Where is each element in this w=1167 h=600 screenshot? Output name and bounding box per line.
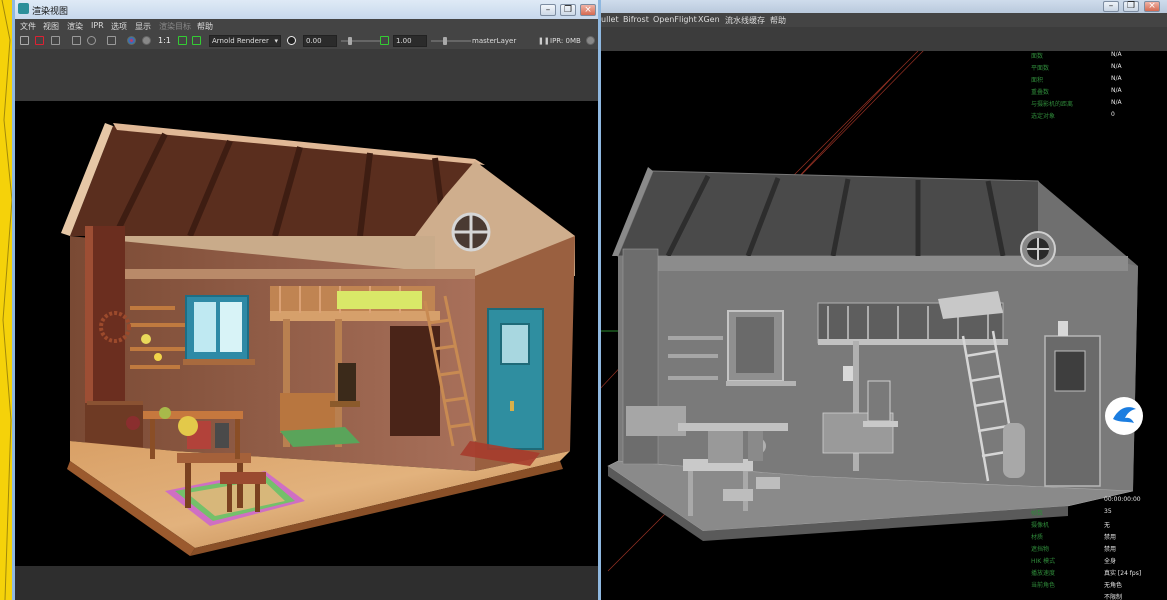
hud-label: 遮挡物	[1031, 546, 1050, 553]
restore-icon[interactable]: ❐	[560, 4, 576, 16]
render-region-icon[interactable]	[35, 36, 44, 45]
hud-label: HIK 模式	[1031, 558, 1056, 565]
hud-value: 不限制	[1104, 594, 1123, 600]
render-view-status-area	[15, 566, 598, 600]
hud-value: 0	[1111, 111, 1115, 118]
hud-value: N/A	[1111, 75, 1122, 82]
hud-label: 面积	[1031, 77, 1044, 84]
render-view-gray-area	[15, 49, 598, 101]
chevron-down-icon: ▾	[274, 37, 278, 45]
close-icon[interactable]: ×	[580, 4, 596, 16]
hud-value: N/A	[1111, 51, 1122, 58]
minimize-icon[interactable]: –	[1103, 1, 1119, 12]
gamma-slider[interactable]	[431, 40, 471, 42]
pause-ipr-icon[interactable]: ❚❚	[538, 37, 550, 45]
render-view-window: 渲染视图 – ❐ × 文件 视图 渲染 IPR 选项 显示 渲染目标 帮助 1:…	[12, 0, 601, 600]
viewport-panel-bar	[598, 27, 1167, 51]
viewport-scene[interactable]	[598, 51, 1167, 600]
menu-item-openflight[interactable]: OpenFlight	[653, 15, 697, 24]
hud-value: 真实 [24 fps]	[1104, 570, 1142, 577]
hud-label: 平面数	[1031, 65, 1050, 72]
render-view-menu-bar: 文件 视图 渲染 IPR 选项 显示 渲染目标 帮助	[15, 19, 598, 33]
exposure-field[interactable]: 0.00	[303, 35, 337, 47]
hud-label: 帧数	[1031, 510, 1044, 517]
maya-title-bar: – ❐ ×	[598, 0, 1167, 13]
hud-timecode: 00:00:00:00	[1104, 496, 1141, 503]
display-icon[interactable]	[178, 36, 187, 45]
menu-item-pipeline-cache[interactable]: 流水线缓存	[725, 15, 765, 26]
gamma-icon[interactable]	[380, 36, 389, 45]
exposure-slider[interactable]	[341, 40, 381, 42]
color-manage-icon[interactable]	[192, 36, 201, 45]
menu-item-file[interactable]: 文件	[20, 21, 36, 32]
redo-render-icon[interactable]	[20, 36, 29, 45]
hud-label: 与摄影机的距离	[1031, 101, 1074, 108]
hud-label: 重叠数	[1031, 89, 1050, 96]
renderer-dropdown[interactable]: Arnold Renderer ▾	[209, 35, 281, 47]
menu-item-xgen[interactable]: XGen	[698, 15, 720, 24]
hud-value: 无	[1104, 522, 1111, 529]
hud-label: 面数	[1031, 53, 1044, 60]
hud-value: N/A	[1111, 99, 1122, 106]
ratio-button[interactable]: 1:1	[158, 36, 171, 45]
hud-label: 摄像机	[1031, 522, 1050, 529]
gamma-field[interactable]: 1.00	[393, 35, 427, 47]
hud-label: 选定对象	[1031, 113, 1056, 120]
alpha-channel-icon[interactable]	[142, 36, 151, 45]
menu-item-help[interactable]: 帮助	[197, 21, 213, 32]
menu-item-display[interactable]: 显示	[135, 21, 151, 32]
window-title: 渲染视图	[32, 7, 69, 17]
render-view-title-bar: 渲染视图 – ❐ ×	[15, 0, 598, 19]
hud-value: 禁用	[1104, 534, 1117, 541]
exposure-slider-handle[interactable]	[348, 37, 352, 45]
menu-item-view[interactable]: 视图	[43, 21, 59, 32]
menu-item-options[interactable]: 选项	[111, 21, 127, 32]
hud-value: N/A	[1111, 87, 1122, 94]
menu-item-help[interactable]: 帮助	[770, 15, 786, 26]
menu-item[interactable]: ullet	[601, 15, 619, 24]
maya-app-icon	[18, 3, 29, 14]
rendered-image[interactable]	[15, 101, 598, 566]
maya-viewport-window: – ❐ × ullet Bifrost OpenFlight XGen 流水线缓…	[598, 0, 1167, 600]
gamma-slider-handle[interactable]	[443, 37, 447, 45]
hud-label: 播放速度	[1031, 570, 1056, 577]
rgb-channels-icon[interactable]	[127, 36, 136, 45]
minimize-icon[interactable]: –	[540, 4, 556, 16]
menu-item-render[interactable]: 渲染	[67, 21, 83, 32]
hud-value: 禁用	[1104, 546, 1117, 553]
refresh-icon[interactable]	[87, 36, 96, 45]
render-layer-label[interactable]: masterLayer	[472, 37, 516, 45]
hud-label: 材质	[1031, 534, 1044, 541]
menu-item-render-target[interactable]: 渲染目标	[159, 21, 191, 32]
hud-value: N/A	[1111, 63, 1122, 70]
menu-item-bifrost[interactable]: Bifrost	[623, 15, 649, 24]
aperture-icon[interactable]	[287, 36, 296, 45]
ipr-memory-status: IPR: 0MB	[550, 37, 581, 45]
status-light-icon	[586, 36, 595, 45]
render-view-toolbar: 1:1 Arnold Renderer ▾ 0.00 1.00 masterLay…	[15, 33, 598, 49]
desktop: – ❐ × ullet Bifrost OpenFlight XGen 流水线缓…	[0, 0, 1167, 600]
ipr-render-icon[interactable]	[72, 36, 81, 45]
hud-value: 无角色	[1104, 582, 1123, 589]
hud-value: 全身	[1104, 558, 1117, 565]
snapshot-icon[interactable]	[51, 36, 60, 45]
hud-label: 当前角色	[1031, 582, 1056, 589]
keep-image-icon[interactable]	[107, 36, 116, 45]
menu-item-ipr[interactable]: IPR	[91, 21, 104, 30]
hud-value: 35	[1104, 508, 1112, 515]
restore-icon[interactable]: ❐	[1123, 1, 1139, 12]
close-icon[interactable]: ×	[1144, 1, 1160, 12]
bird-logo-icon	[1105, 397, 1143, 435]
maya-menu-bar: ullet Bifrost OpenFlight XGen 流水线缓存 帮助	[598, 13, 1167, 27]
